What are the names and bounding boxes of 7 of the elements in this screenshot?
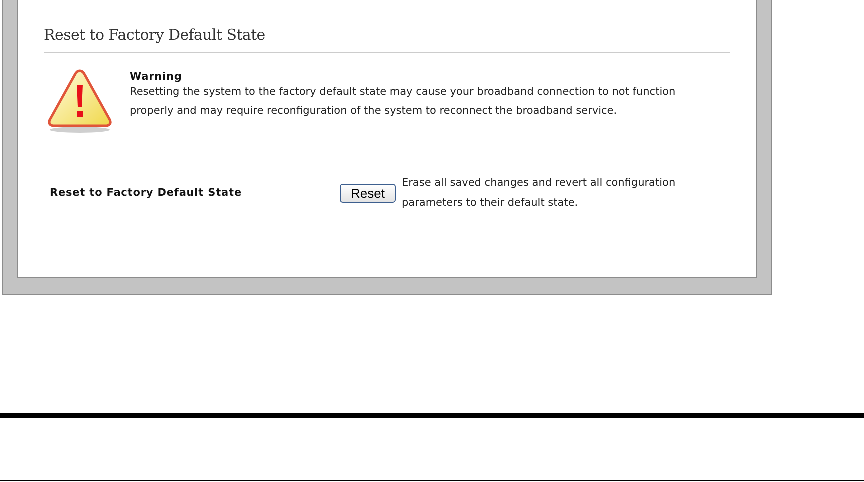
warning-heading: Warning [130,71,184,83]
warning-icon [46,67,114,135]
reset-button[interactable]: Reset [340,184,396,202]
reset-description: Erase all saved changes and revert all configuration parameters to their default state. [402,176,677,211]
setting-label: Reset to Factory Default State [49,187,243,199]
warning-message: Resetting the system to the factory default state may cause your broadband connection to not function properly and may require reconfiguration of the system to reconnect the broadband service. [130,85,677,119]
section-title: Reset to Factory Default State [44,26,266,44]
